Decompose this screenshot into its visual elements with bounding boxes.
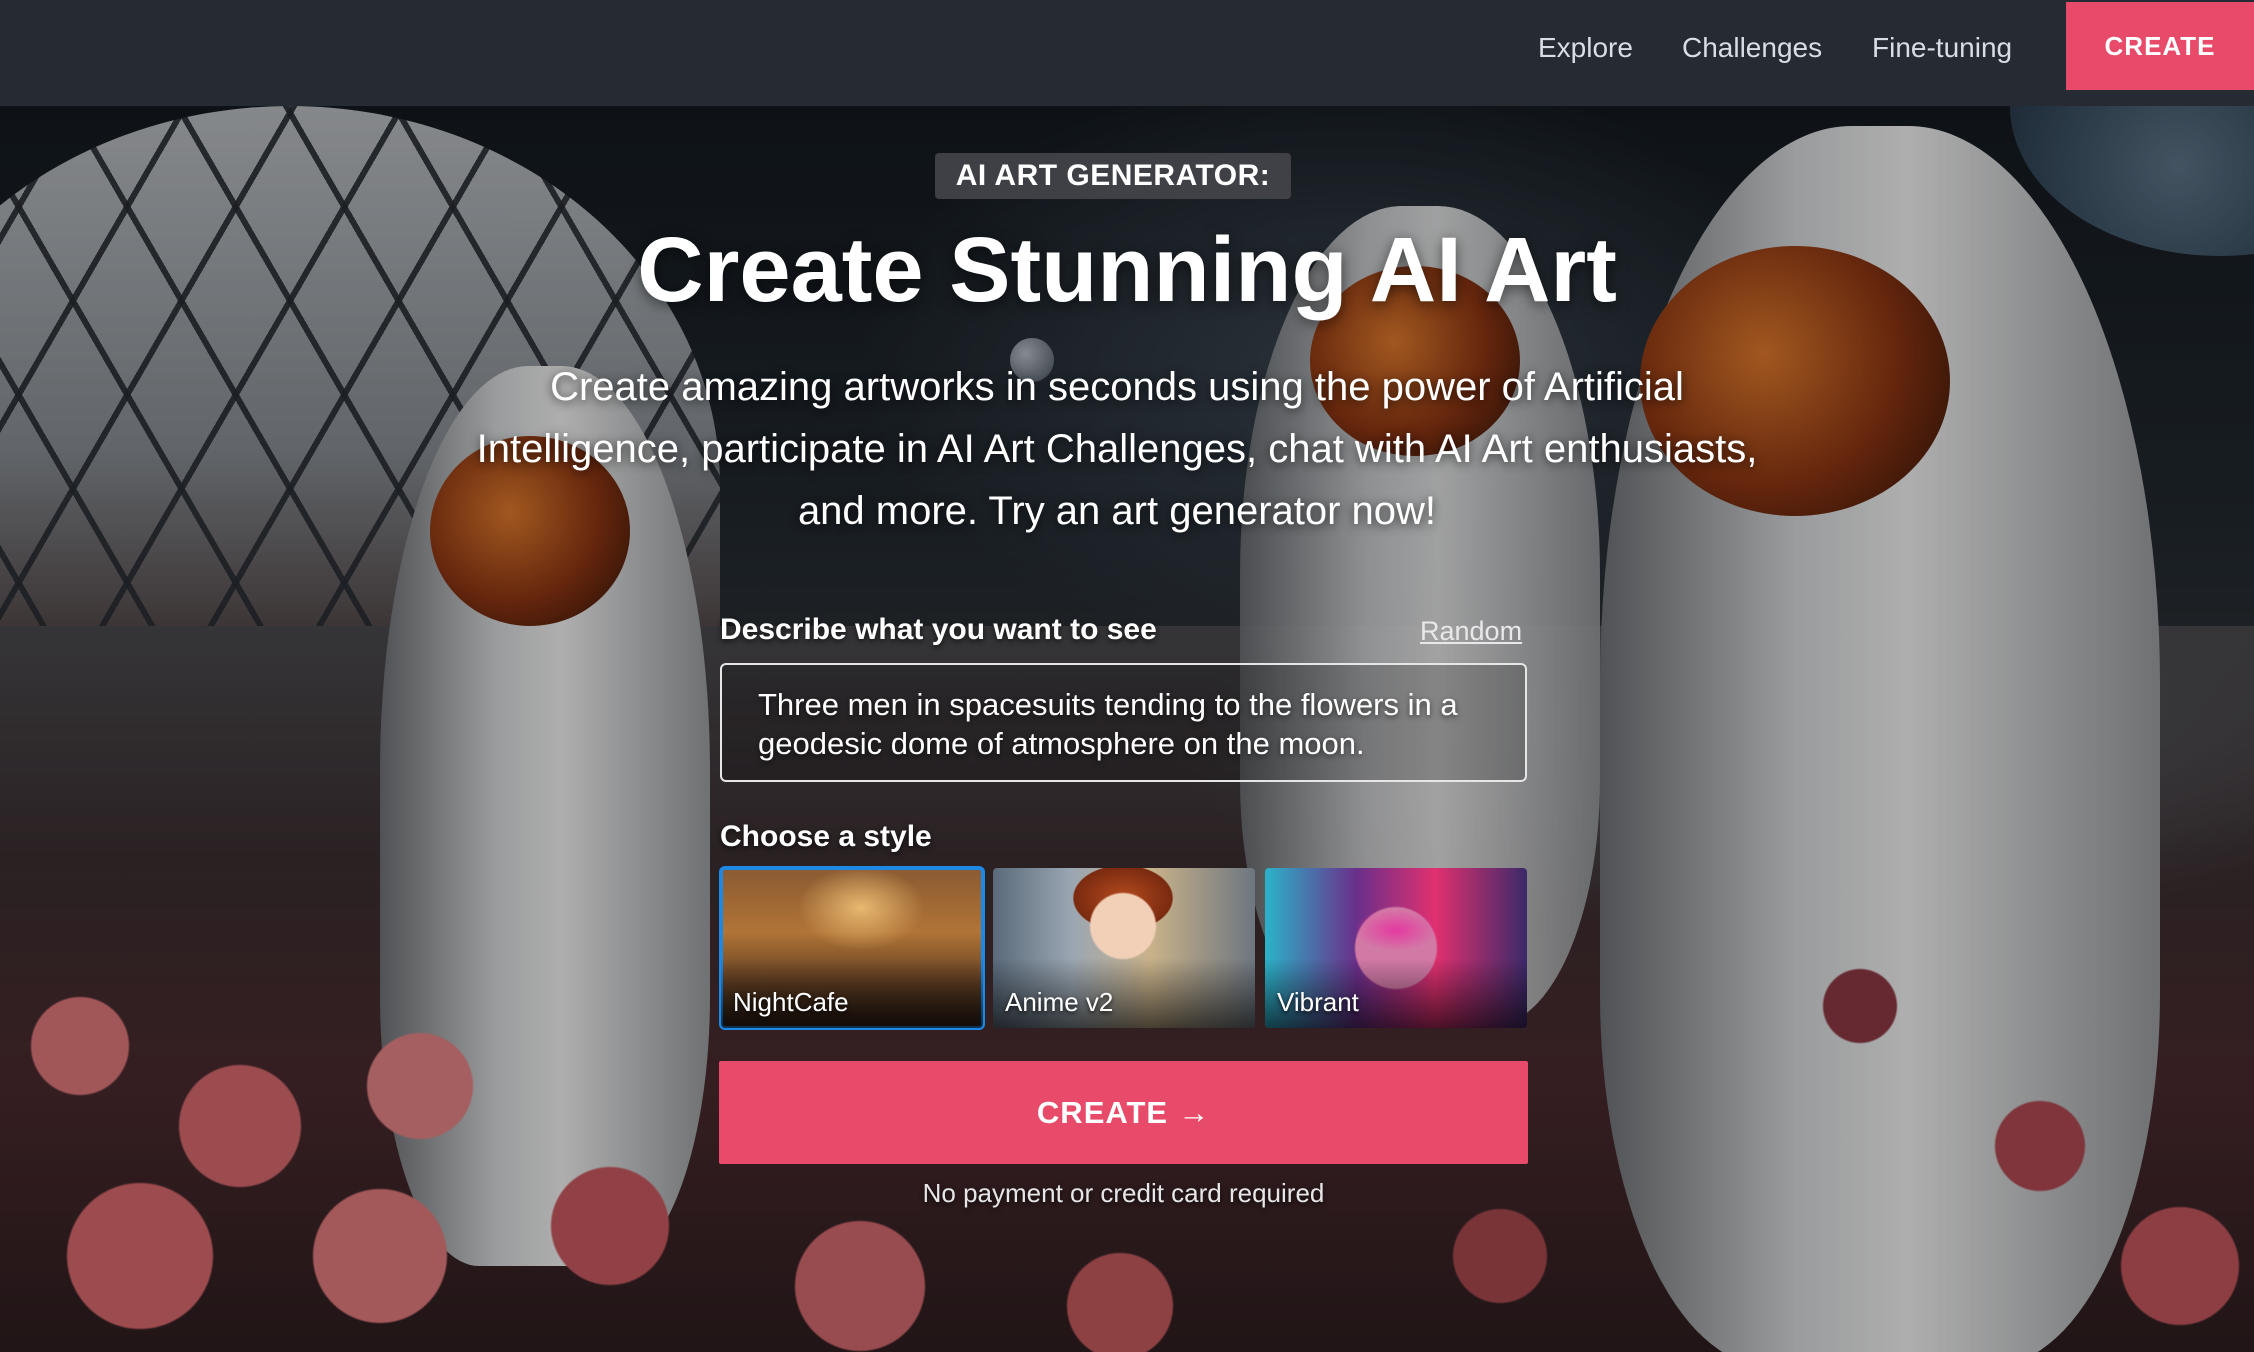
hero-content: AI ART GENERATOR: Create Stunning AI Art… bbox=[0, 0, 2254, 1352]
page: Explore Challenges Fine-tuning CREATE AI… bbox=[0, 0, 2254, 1352]
create-button-label: CREATE bbox=[1036, 1095, 1169, 1130]
top-nav: Explore Challenges Fine-tuning CREATE bbox=[0, 0, 2254, 106]
hero-subtitle: Create amazing artworks in seconds using… bbox=[476, 365, 1758, 533]
random-prompt-link[interactable]: Random bbox=[1420, 616, 1522, 647]
style-label: Choose a style bbox=[720, 820, 932, 853]
style-option-label: NightCafe bbox=[733, 987, 849, 1017]
create-button[interactable]: CREATE → bbox=[719, 1061, 1528, 1164]
prompt-label: Describe what you want to see bbox=[720, 613, 1157, 646]
nav-explore-link[interactable]: Explore bbox=[1538, 0, 1633, 96]
arrow-right-icon: → bbox=[1178, 1095, 1211, 1130]
page-title: Create Stunning AI Art bbox=[637, 219, 1617, 321]
style-option-nightcafe[interactable]: NightCafe bbox=[719, 866, 985, 1030]
eyebrow-badge: AI ART GENERATOR: bbox=[935, 153, 1291, 199]
nav-create-button[interactable]: CREATE bbox=[2066, 2, 2254, 90]
style-option-label: Anime v2 bbox=[1005, 987, 1114, 1017]
nav-challenges-link[interactable]: Challenges bbox=[1682, 0, 1822, 96]
style-option-label: Vibrant bbox=[1277, 987, 1359, 1017]
style-option-vibrant[interactable]: Vibrant bbox=[1265, 868, 1527, 1028]
style-option-anime-v2[interactable]: Anime v2 bbox=[993, 868, 1255, 1028]
nav-fine-tuning-link[interactable]: Fine-tuning bbox=[1872, 0, 2012, 96]
no-payment-note: No payment or credit card required bbox=[922, 1178, 1325, 1208]
prompt-input[interactable]: Three men in spacesuits tending to the f… bbox=[720, 663, 1527, 782]
